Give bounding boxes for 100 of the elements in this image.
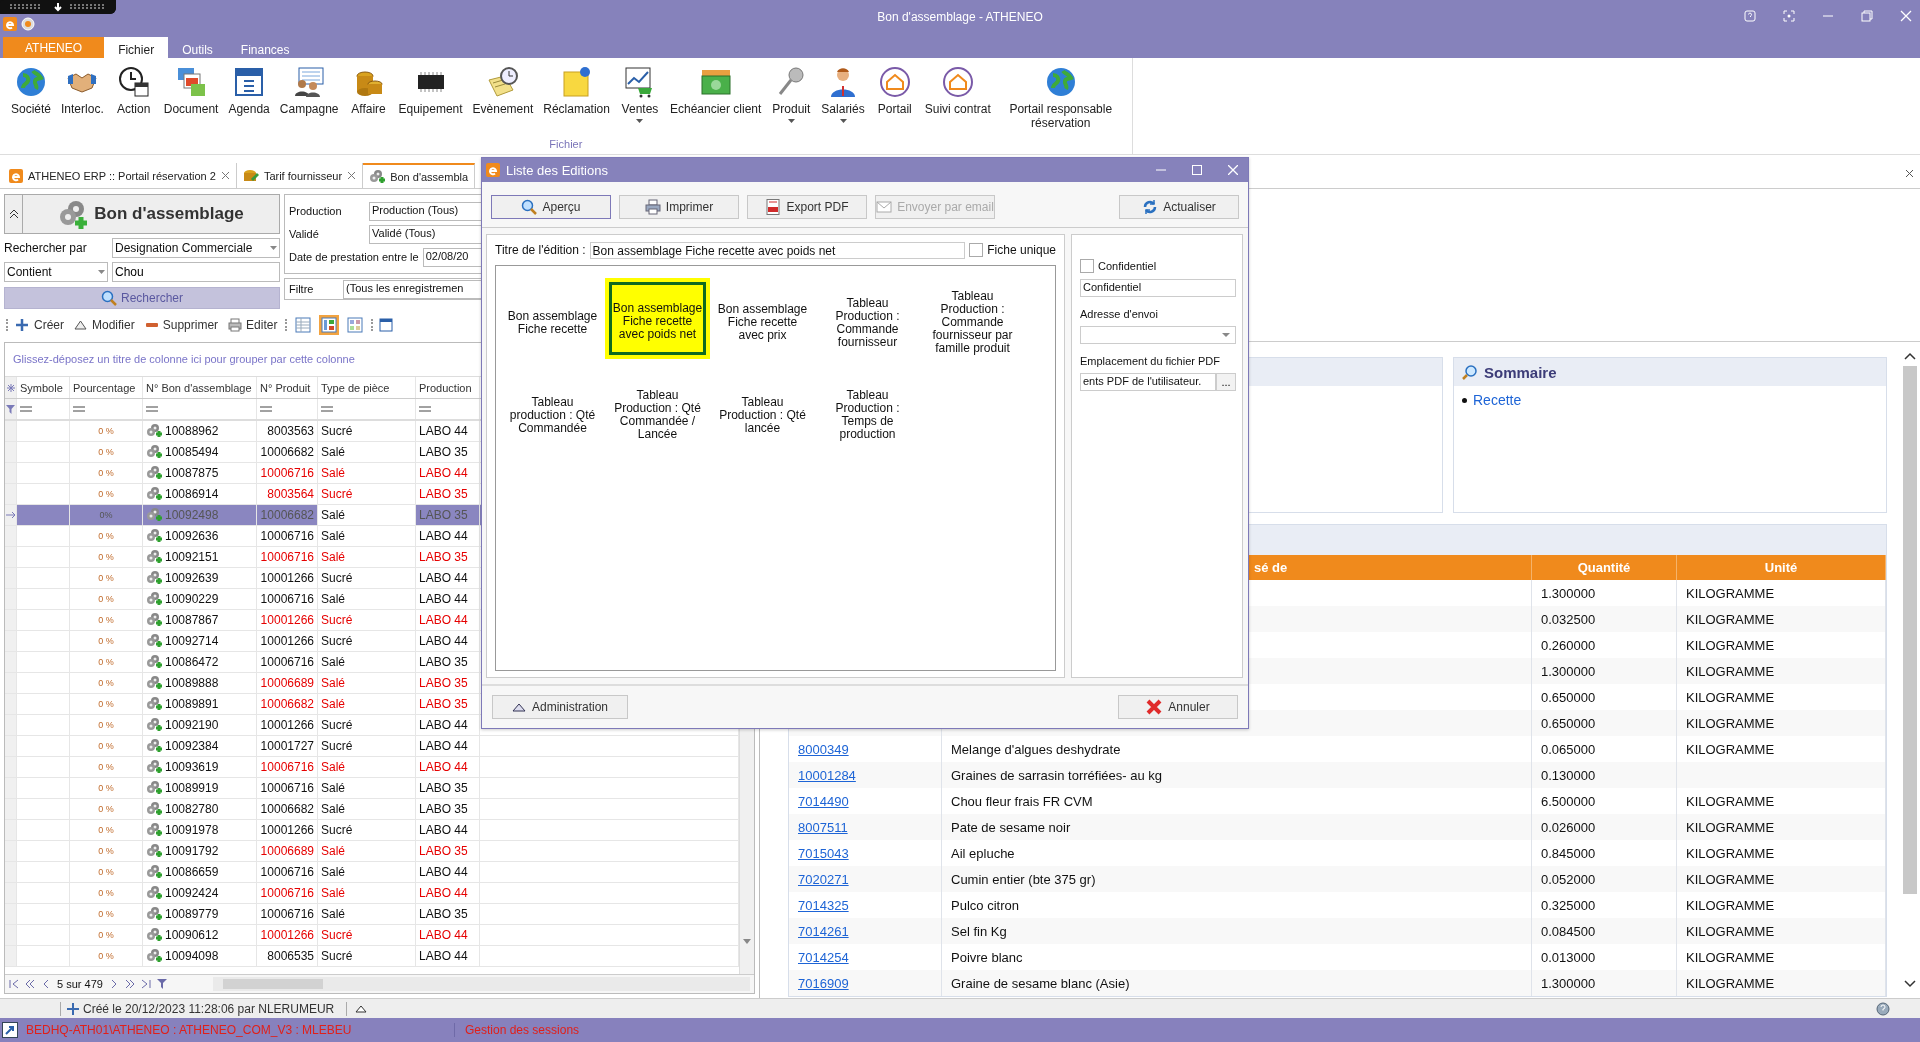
report-item[interactable]: Tableau Production : Commande fournisseur par famille produit — [920, 278, 1025, 359]
help-icon[interactable] — [1876, 1001, 1890, 1016]
file-path-field[interactable]: ents PDF de l'utilisateur. — [1080, 373, 1216, 391]
report-item[interactable]: Tableau Production : Temps de production — [815, 377, 920, 445]
fullscreen-icon[interactable] — [1783, 10, 1795, 22]
column-header[interactable]: N° Bon d'assemblage — [143, 377, 257, 398]
report-item[interactable]: Bon assemblage Fiche recette avec poids net — [605, 278, 710, 359]
first-page-icon[interactable] — [9, 979, 19, 989]
chevron-left-icon[interactable] — [41, 979, 51, 989]
address-dropdown[interactable] — [1080, 326, 1236, 344]
close-icon[interactable] — [220, 171, 230, 180]
table-row[interactable]: 0 % 10090612 10001266 Sucré LABO 44 — [5, 925, 739, 946]
table-row[interactable]: 0 % 10091978 10001266 Sucré LABO 44 — [5, 820, 739, 841]
ribbon-button[interactable]: Equipement — [393, 66, 468, 116]
search-by-dropdown[interactable]: Designation Commerciale — [112, 237, 280, 258]
document-tab[interactable]: Bon d'assembla — [363, 163, 476, 188]
table-row[interactable]: 0 % 10086659 10006716 Salé LABO 44 — [5, 862, 739, 883]
view-toggle[interactable] — [345, 315, 366, 335]
toolbar-button[interactable]: Imprimer — [619, 195, 739, 219]
restore-icon[interactable] — [1861, 10, 1873, 22]
operator-dropdown[interactable]: Contient — [4, 261, 108, 282]
equals-icon[interactable] — [321, 406, 333, 412]
product-code-link[interactable]: 8007511 — [798, 819, 848, 835]
ribbon-button[interactable]: Evènement — [467, 66, 539, 116]
ribbon-button[interactable]: Salariés — [816, 66, 870, 128]
toolbar-button[interactable]: Export PDF — [747, 195, 867, 219]
report-item[interactable]: Tableau Production : Commande fournisseur — [815, 278, 920, 359]
ribbon-button[interactable]: Réclamation — [538, 66, 615, 116]
ribbon-button[interactable]: Echéancier client — [664, 66, 767, 116]
double-chevron-left-icon[interactable] — [25, 979, 35, 989]
view-toggle[interactable] — [319, 315, 340, 335]
ribbon-button[interactable]: Agenda — [223, 66, 275, 116]
maximize-icon[interactable] — [1192, 165, 1202, 175]
title-field[interactable]: Bon assemblage Fiche recette avec poids net — [589, 241, 966, 259]
close-icon[interactable] — [1905, 169, 1914, 178]
shortcut-icon[interactable] — [2, 1022, 18, 1038]
last-page-icon[interactable] — [140, 979, 151, 989]
column-header[interactable]: Symbole — [17, 377, 70, 398]
ribbon-button[interactable]: Portail responsable réservation — [995, 66, 1126, 130]
scrollbar-thumb[interactable] — [1903, 366, 1917, 894]
text-field[interactable]: Confidentiel — [1080, 279, 1236, 297]
product-code-link[interactable]: 7015043 — [798, 845, 849, 861]
ribbon-button[interactable]: Portail — [869, 66, 920, 116]
equals-icon[interactable] — [419, 406, 431, 412]
double-chevron-right-icon[interactable] — [124, 979, 135, 989]
ribbon-button[interactable]: Produit — [766, 66, 817, 128]
ribbon-button[interactable]: Action — [108, 66, 159, 116]
ribbon-button[interactable]: Interloc. — [56, 66, 109, 116]
table-row[interactable]: 0 % 10093619 10006716 Salé LABO 44 — [5, 757, 739, 778]
ribbon-button[interactable]: Société — [6, 66, 57, 116]
ribbon-button[interactable]: Suivi contrat — [919, 66, 996, 116]
product-code-link[interactable]: 8000349 — [798, 741, 849, 757]
administration-button[interactable]: Administration — [492, 695, 628, 719]
row-indicator[interactable] — [5, 505, 17, 525]
product-code-link[interactable]: 7014261 — [798, 923, 849, 939]
ribbon-tab[interactable]: Outils — [168, 37, 227, 58]
equals-icon[interactable] — [146, 406, 158, 412]
ribbon-button[interactable]: Ventes — [614, 66, 665, 128]
column-header[interactable]: Type de pièce — [318, 377, 416, 398]
calendar-icon[interactable] — [379, 318, 394, 332]
toolbar-button[interactable]: Supprimer — [142, 318, 221, 332]
ribbon-button[interactable]: Campagne — [274, 66, 344, 116]
product-code-link[interactable]: 7020271 — [798, 871, 849, 887]
product-code-link[interactable]: 7014325 — [798, 897, 849, 913]
summary-link[interactable]: Recette — [1473, 392, 1522, 408]
equals-icon[interactable] — [20, 406, 32, 412]
table-row[interactable]: 0 % 10094098 8006535 Sucré LABO 44 — [5, 946, 739, 967]
toolbar-button[interactable]: Aperçu — [491, 195, 611, 219]
ribbon-button[interactable]: Affaire — [343, 66, 394, 116]
ribbon-tab[interactable]: Fichier — [104, 37, 169, 58]
toolbar-button[interactable]: Modifier — [72, 318, 137, 332]
equals-icon[interactable] — [73, 406, 85, 412]
column-header[interactable]: Production — [416, 377, 480, 398]
product-code-link[interactable]: 7016909 — [798, 975, 849, 991]
search-button[interactable]: Rechercher — [4, 287, 280, 309]
filter-icon[interactable] — [156, 979, 167, 989]
scroll-up-icon[interactable] — [1904, 352, 1916, 360]
product-code-link[interactable]: 10001284 — [798, 767, 856, 783]
expand-up-icon[interactable] — [355, 1004, 368, 1013]
column-header[interactable]: N° Produit — [257, 377, 318, 398]
ribbon-button[interactable]: Document — [158, 66, 224, 116]
product-code-link[interactable]: 7014254 — [798, 949, 849, 965]
search-field[interactable]: Chou — [112, 261, 280, 282]
checkbox[interactable] — [1080, 259, 1094, 273]
close-icon[interactable] — [347, 171, 357, 180]
browse-button[interactable]: ... — [1216, 373, 1236, 391]
table-row[interactable]: 0 % 10089919 10006716 Salé LABO 35 — [5, 778, 739, 799]
table-row[interactable]: 0 % 10082780 10006682 Salé LABO 35 — [5, 799, 739, 820]
table-row[interactable]: 0 % 10092384 10001727 Sucré LABO 44 — [5, 736, 739, 757]
refresh-button[interactable]: Actualiser — [1119, 195, 1239, 219]
toolbar-button[interactable]: Créer — [14, 318, 66, 332]
product-code-link[interactable]: 7014490 — [798, 793, 849, 809]
scroll-down-icon[interactable] — [1904, 980, 1916, 988]
table-row[interactable]: 0 % 10092424 10006716 Salé LABO 44 — [5, 883, 739, 904]
toolbar-button[interactable]: Editer — [226, 318, 280, 332]
horizontal-scrollbar[interactable] — [212, 977, 750, 991]
table-row[interactable]: 0 % 10091792 10006689 Salé LABO 35 — [5, 841, 739, 862]
column-header[interactable]: Pourcentage — [70, 377, 143, 398]
checkbox[interactable] — [969, 243, 984, 257]
cancel-button[interactable]: Annuler — [1118, 695, 1238, 719]
